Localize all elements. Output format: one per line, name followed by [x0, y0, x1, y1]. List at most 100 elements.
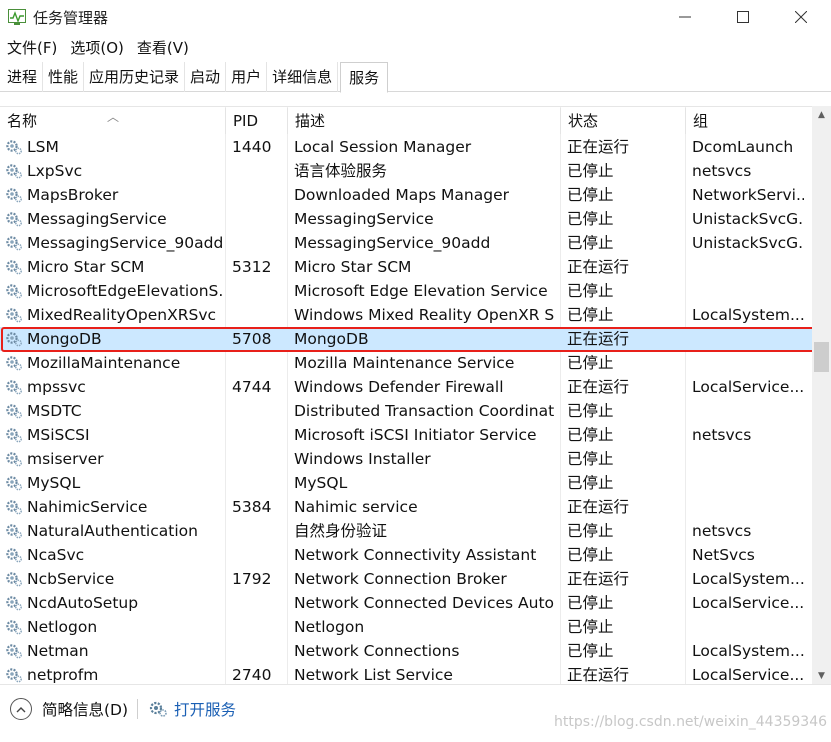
table-row[interactable]: Netman Network Connections 已停止 LocalSystem.… [0, 639, 812, 663]
service-pid [232, 183, 284, 207]
service-gear-icon [5, 379, 23, 395]
services-gear-icon [149, 701, 167, 717]
table-row[interactable]: MSDTC Distributed Transaction Coordinat..… [0, 399, 812, 423]
tab-performance[interactable]: 性能 [43, 62, 85, 92]
table-row[interactable]: MySQL MySQL 已停止 [0, 471, 812, 495]
column-header-name-label: 名称 [7, 112, 38, 130]
service-status: 已停止 [567, 426, 614, 444]
table-row[interactable]: LxpSvc 语言体验服务 已停止 netsvcs [0, 159, 812, 183]
service-status: 正在运行 [567, 138, 630, 156]
service-group [692, 615, 804, 639]
table-row[interactable]: NahimicService 5384 Nahimic service 正在运行 [0, 495, 812, 519]
column-header-pid[interactable]: PID [226, 108, 288, 134]
service-pid [232, 591, 284, 615]
watermark-text: https://blog.csdn.net/weixin_44359346 [554, 714, 828, 730]
table-row[interactable]: MicrosoftEdgeElevationS... Microsoft Edge… [0, 279, 812, 303]
column-header-group[interactable]: 组 [686, 108, 812, 134]
tab-app-history[interactable]: 应用历史记录 [84, 62, 186, 92]
table-row[interactable]: msiserver Windows Installer 已停止 [0, 447, 812, 471]
vertical-scrollbar[interactable]: ▲ ▼ [812, 106, 831, 684]
table-row[interactable]: NcdAutoSetup Network Connected Devices Au… [0, 591, 812, 615]
menu-file[interactable]: 文件(F) [0, 36, 63, 60]
table-row[interactable]: MongoDB 5708 MongoDB 正在运行 [0, 327, 812, 351]
service-name: msiserver [27, 450, 104, 468]
table-row[interactable]: NaturalAuthentication 自然身份验证 已停止 netsvcs [0, 519, 812, 543]
table-row[interactable]: MixedRealityOpenXRSvc Windows Mixed Reali… [0, 303, 812, 327]
service-name: MapsBroker [27, 186, 119, 204]
service-description: MessagingService [294, 210, 434, 228]
table-row[interactable]: MapsBroker Downloaded Maps Manager 已停止 Netw… [0, 183, 812, 207]
tab-details[interactable]: 详细信息 [267, 62, 339, 92]
service-description: Downloaded Maps Manager [294, 186, 510, 204]
service-group: NetSvcs [692, 546, 755, 564]
table-row[interactable]: MessagingService MessagingService 已停止 Unist… [0, 207, 812, 231]
service-status: 正在运行 [567, 258, 630, 276]
service-group [692, 255, 804, 279]
service-gear-icon [5, 619, 23, 635]
service-gear-icon [5, 499, 23, 515]
service-description: Distributed Transaction Coordinat... [294, 402, 554, 420]
tab-processes[interactable]: 进程 [2, 62, 44, 92]
service-name: MySQL [27, 474, 81, 492]
service-name: Netlogon [27, 618, 98, 636]
service-pid [232, 351, 284, 375]
service-pid [232, 447, 284, 471]
footer-divider [137, 699, 138, 719]
service-description: Local Session Manager [294, 138, 472, 156]
service-name: mpssvc [27, 378, 86, 396]
service-name: netprofm [27, 666, 99, 684]
column-header-status[interactable]: 状态 [561, 108, 686, 134]
column-header-description[interactable]: 描述 [288, 108, 561, 134]
column-header-name[interactable]: 名称 ︿ [0, 108, 226, 134]
table-row[interactable]: MessagingService_90add MessagingService_9… [0, 231, 812, 255]
service-group: LocalService... [692, 378, 804, 396]
table-row[interactable]: Micro Star SCM 5312 Micro Star SCM 正在运行 [0, 255, 812, 279]
service-group: LocalService... [692, 594, 804, 612]
service-name: MSDTC [27, 402, 82, 420]
menu-view[interactable]: 查看(V) [130, 36, 195, 60]
table-row[interactable]: mpssvc 4744 Windows Defender Firewall 正在运行 L… [0, 375, 812, 399]
tab-bar: 进程 性能 应用历史记录 启动 用户 详细信息 服务 [0, 62, 831, 93]
close-icon [795, 11, 807, 23]
table-row[interactable]: LSM 1440 Local Session Manager 正在运行 DcomLaun… [0, 135, 812, 159]
fewer-details-label: 简略信息(D) [42, 701, 129, 719]
service-gear-icon [5, 307, 23, 323]
table-row[interactable]: NcaSvc Network Connectivity Assistant 已停止 N… [0, 543, 812, 567]
service-pid [232, 207, 284, 231]
scroll-up-icon[interactable]: ▲ [812, 106, 831, 123]
service-status: 已停止 [567, 474, 614, 492]
minimize-button[interactable] [655, 0, 715, 34]
table-row[interactable]: netprofm 2740 Network List Service 正在运行 Loca… [0, 663, 812, 684]
menu-options[interactable]: 选项(O) [63, 36, 130, 60]
service-group [692, 399, 804, 423]
service-status: 已停止 [567, 642, 614, 660]
service-description: Network Connections [294, 642, 460, 660]
table-row[interactable]: Netlogon Netlogon 已停止 [0, 615, 812, 639]
maximize-button[interactable] [713, 0, 773, 34]
service-name: Micro Star SCM [27, 258, 145, 276]
tab-users[interactable]: 用户 [226, 62, 268, 92]
service-status: 正在运行 [567, 498, 630, 516]
service-gear-icon [5, 547, 23, 563]
service-group [692, 279, 804, 303]
service-status: 已停止 [567, 522, 614, 540]
table-body: LSM 1440 Local Session Manager 正在运行 DcomLaun… [0, 135, 812, 684]
service-description: 语言体验服务 [294, 162, 388, 180]
tab-services[interactable]: 服务 [340, 62, 389, 93]
table-row[interactable]: MSiSCSI Microsoft iSCSI Initiator Service… [0, 423, 812, 447]
service-gear-icon [5, 259, 23, 275]
open-services-link[interactable]: 打开服务 [148, 698, 236, 720]
tab-startup[interactable]: 启动 [185, 62, 227, 92]
close-button[interactable] [771, 0, 831, 34]
table-row[interactable]: NcbService 1792 Network Connection Broker 正… [0, 567, 812, 591]
service-name: NcbService [27, 570, 115, 588]
service-description: Windows Mixed Reality OpenXR S... [294, 306, 554, 324]
service-name: MessagingService [27, 210, 167, 228]
scroll-down-icon[interactable]: ▼ [812, 667, 831, 684]
table-row[interactable]: MozillaMaintenance Mozilla Maintenance Se… [0, 351, 812, 375]
fewer-details-button[interactable]: 简略信息(D) [10, 698, 128, 720]
service-status: 已停止 [567, 210, 614, 228]
service-gear-icon [5, 187, 23, 203]
service-name: MixedRealityOpenXRSvc [27, 306, 217, 324]
scrollbar-thumb[interactable] [814, 342, 829, 372]
